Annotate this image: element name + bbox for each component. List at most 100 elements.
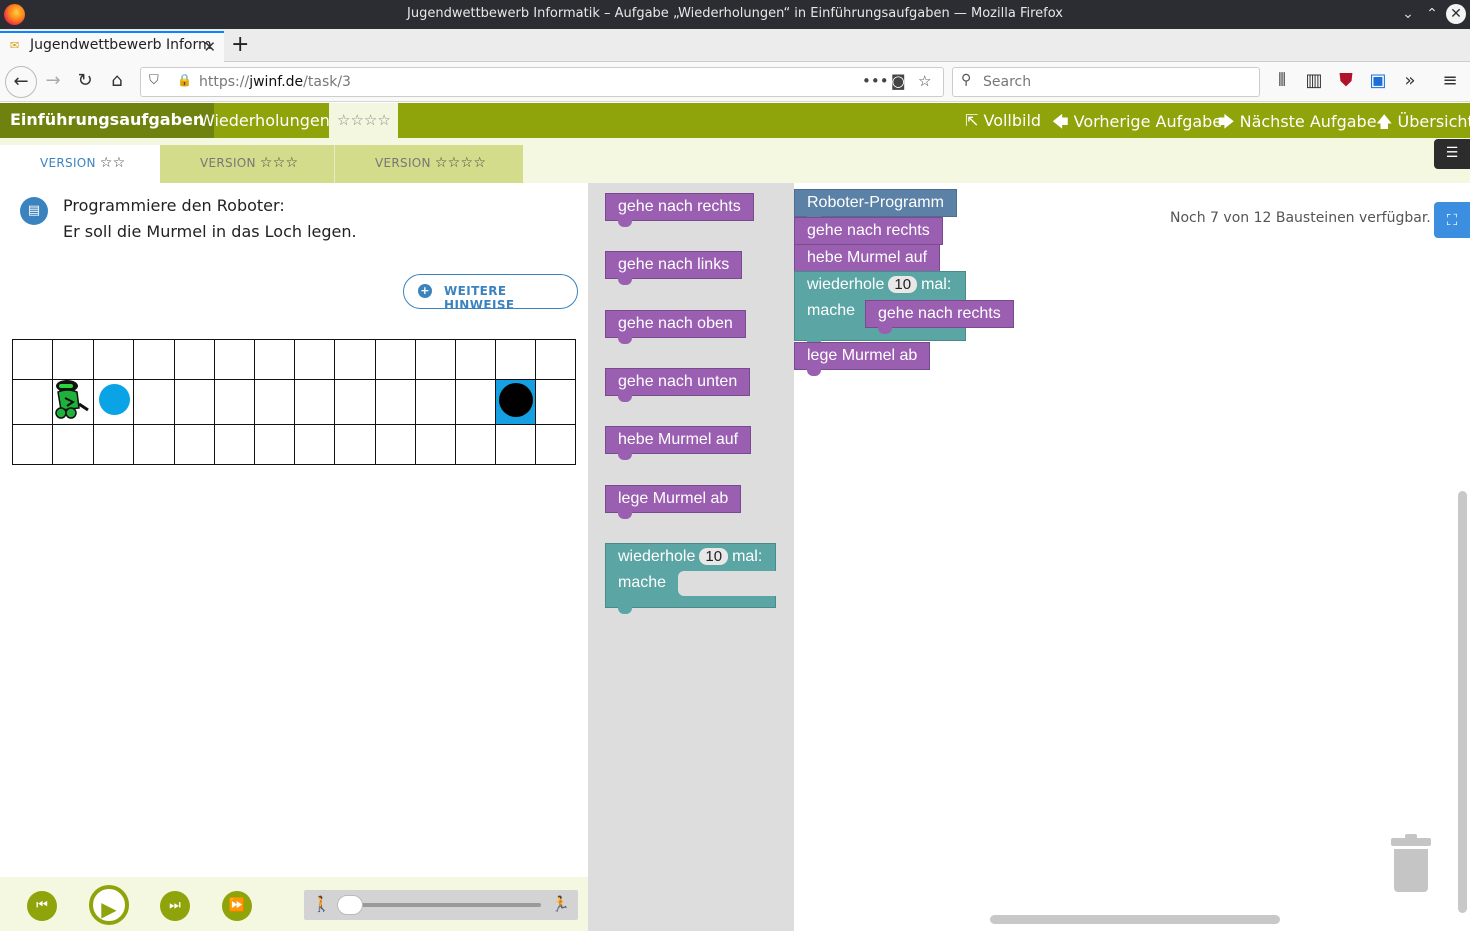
version-label: VERSION [200,156,256,170]
fast-forward-icon[interactable]: ⏩ [222,891,252,921]
marble-icon [99,384,131,416]
window-titlebar: Jugendwettbewerb Informatik – Aufgabe „W… [0,0,1470,29]
overview-link[interactable]: 🡅 Übersicht [1376,111,1470,138]
more-hints-button[interactable]: + WEITERE HINWEISE [403,274,578,312]
page-actions-icon[interactable]: ••• [862,72,889,90]
step-forward-icon[interactable]: ⏭ [160,891,190,921]
grid-cell [173,338,215,381]
block-toolbox: gehe nach rechts gehe nach links gehe na… [588,183,794,931]
program-block-put-down[interactable]: lege Murmel ab [794,342,931,376]
toolbox-block-repeat[interactable]: wiederhole 10 mal: mache [605,543,776,614]
shield-icon[interactable]: ⛉ [149,73,159,88]
home-button[interactable]: ⌂ [105,70,129,91]
minimize-icon[interactable]: ⌄ [1398,4,1418,24]
program-block-pick-up[interactable]: hebe Murmel auf [794,244,941,278]
next-task-link[interactable]: 🡆 Nächste Aufgabe [1218,111,1377,138]
toolbox-block-move-left[interactable]: gehe nach links [605,251,743,285]
previous-task-link[interactable]: 🡄 Vorherige Aufgabe [1052,111,1222,138]
horizontal-scrollbar[interactable] [990,915,1280,924]
url-path: /task/3 [303,74,351,90]
close-tab-icon[interactable]: ✕ [203,38,216,56]
vertical-scrollbar[interactable] [1458,491,1467,913]
program-block-loop-move-right[interactable]: gehe nach rechts [865,300,1014,334]
toolbox-block-move-down[interactable]: gehe nach unten [605,368,751,402]
grid-cell [535,338,577,381]
speed-knob[interactable] [337,895,363,915]
menu-button[interactable]: ☰ [1434,139,1470,169]
hamburger-menu-icon[interactable]: ≡ [1438,70,1462,91]
overflow-chevron-icon[interactable]: » [1398,70,1422,91]
rewind-icon[interactable]: ⏮ [27,891,57,921]
close-window-icon[interactable]: ✕ [1446,4,1466,24]
task-instruction-line1: Programmiere den Roboter: [63,196,285,215]
toolbox-block-put-down[interactable]: lege Murmel ab [605,485,742,519]
grid-cell [294,379,336,426]
forward-button[interactable]: → [41,70,65,91]
toolbox-block-move-right[interactable]: gehe nach rechts [605,193,754,227]
library-icon[interactable]: ⫴ [1270,70,1294,91]
course-link[interactable]: Einführungsaufgaben [0,103,215,138]
program-block-move-right[interactable]: gehe nach rechts [794,217,943,251]
grid-cell [334,379,376,426]
reload-button[interactable]: ↻ [73,70,97,91]
grid-cell [334,424,376,466]
toolbox-block-move-up[interactable]: gehe nach oben [605,310,746,344]
bookmark-star-icon[interactable]: ☆ [918,72,931,90]
sidebar-icon[interactable]: ▥ [1302,70,1326,91]
grid-cell [374,338,416,381]
grid-cell [213,379,255,426]
browser-tab[interactable]: ✉ Jugendwettbewerb Inform ✕ [0,31,224,62]
back-button[interactable]: ← [5,66,37,98]
loop-do-label: mache [618,574,667,591]
grid-cell [213,424,255,466]
site-favicon-icon: ✉ [10,39,20,52]
pocket-icon[interactable]: ◙ [891,72,906,90]
speed-track[interactable] [349,903,541,907]
grid-cell [334,338,376,381]
task-panel: ▤ Programmiere den Roboter: Er soll die … [0,183,588,877]
url-bar[interactable]: ⛉ 🔒 https://jwinf.de/task/3 ••• ◙ ☆ [140,67,944,97]
program-hat-block[interactable]: Roboter-Programm [794,189,957,223]
grid-cell [133,424,175,466]
grid-cell [294,338,336,381]
fullscreen-link[interactable]: ⇱ Vollbild [965,111,1041,130]
speed-slider[interactable]: 🚶 🏃 [304,890,578,920]
toolbox-block-pick-up[interactable]: hebe Murmel auf [605,426,752,460]
grid-row [11,379,577,426]
version-tabs: VERSION ☆☆ VERSION ☆☆☆ VERSION ☆☆☆☆ ☰ [0,138,1470,183]
grid-cell-robot [52,379,95,426]
play-icon[interactable]: ▶ [89,885,129,925]
fullscreen-icon[interactable]: ⛶ [1434,202,1470,238]
grid-cell [454,379,497,426]
grid-cell [535,379,577,426]
loop-count-field[interactable]: 10 [699,548,729,565]
grid-cell [414,338,456,381]
tab-title: Jugendwettbewerb Inform [30,37,212,53]
grid-cell [52,424,95,466]
grid-cell [495,338,537,381]
loop-count-field[interactable]: 10 [888,276,918,293]
version-label: VERSION [40,156,96,170]
tab-version-2-stars[interactable]: VERSION ☆☆ [0,145,160,183]
grid-cell [11,379,54,426]
tab-version-3-stars[interactable]: VERSION ☆☆☆ [160,145,335,183]
new-tab-button[interactable]: + [231,32,249,57]
version-label: VERSION [375,156,431,170]
maximize-icon[interactable]: ⌃ [1422,4,1442,24]
block-counter: Noch 7 von 12 Bausteinen verfügbar. [1170,210,1431,226]
search-input[interactable]: ⚲ Search [952,67,1260,97]
lock-icon[interactable]: 🔒 [177,73,192,87]
grid-cell [173,379,215,426]
grid-cell [253,379,296,426]
trash-icon[interactable] [1391,834,1431,898]
tab-version-4-stars[interactable]: VERSION ☆☆☆☆ [335,145,523,183]
grid-cell [535,424,577,466]
program-workspace[interactable]: Roboter-Programm gehe nach rechts hebe M… [794,183,1470,931]
robot-grid [11,338,577,466]
extension-icon[interactable]: ▣ [1366,70,1390,91]
version-stars: ☆☆☆ [259,155,299,171]
grid-cell [374,424,416,466]
loop-suffix: mal: [732,548,763,565]
ublock-icon[interactable]: ⛊ [1334,70,1358,91]
grid-cell [52,338,95,381]
